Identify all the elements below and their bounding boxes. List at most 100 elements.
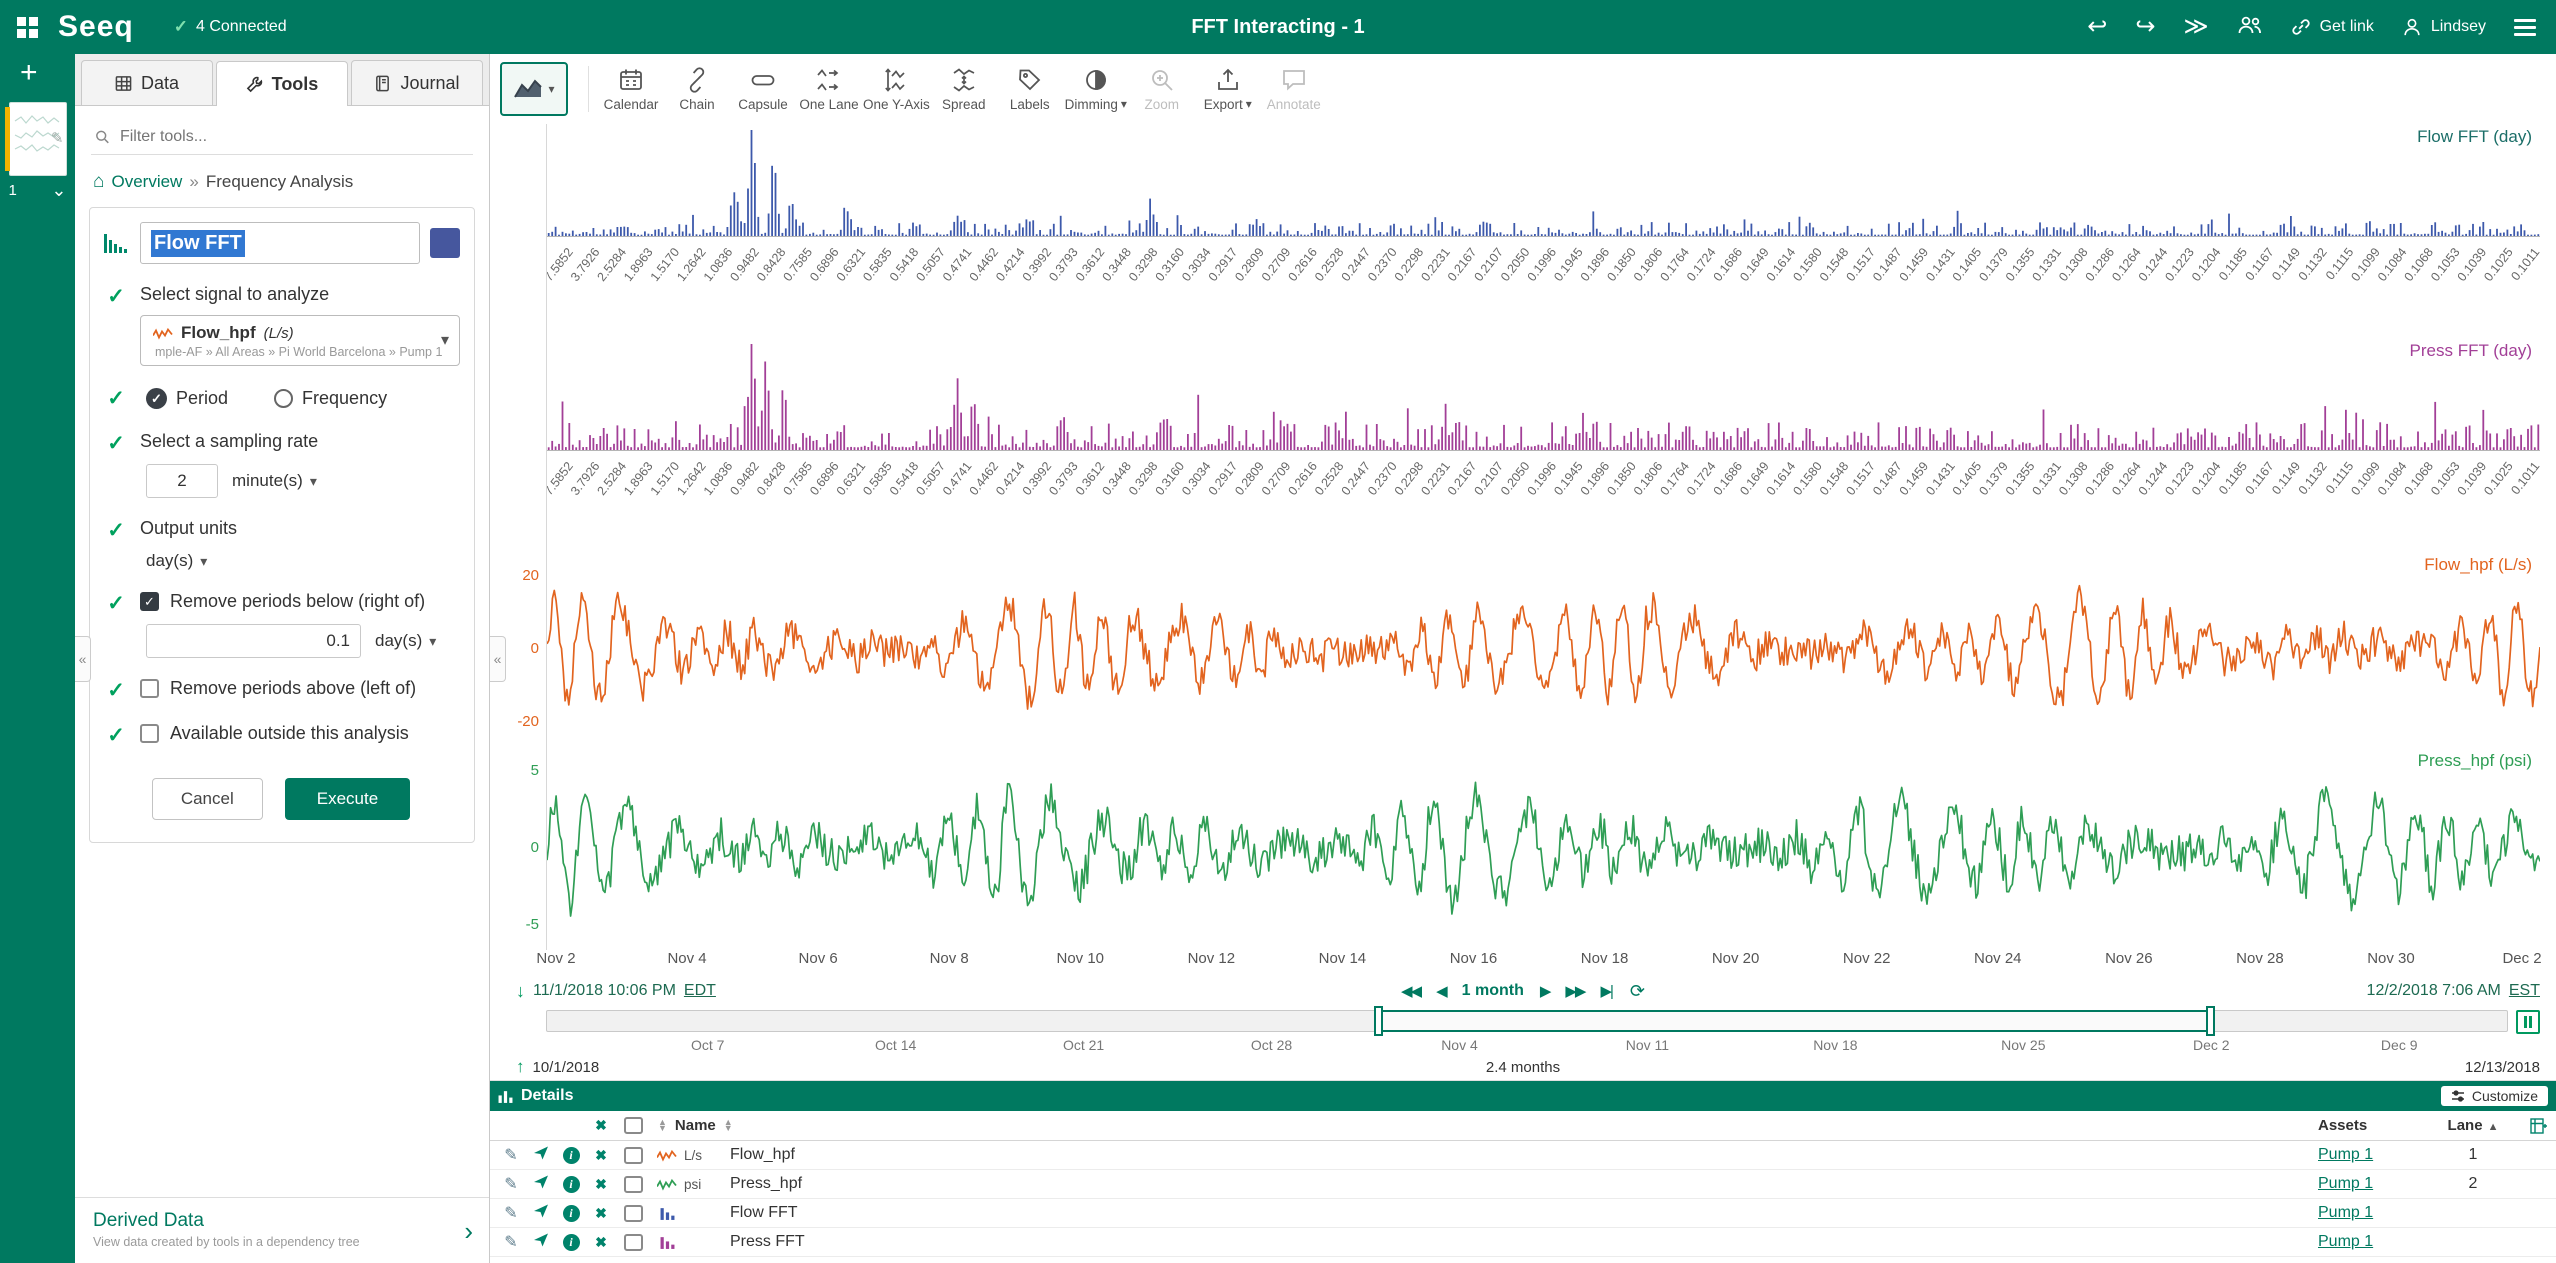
time-x-axis[interactable]: Nov 2Nov 4Nov 6Nov 8Nov 10Nov 12Nov 14No… [546,950,2540,974]
slider-left-handle[interactable] [1374,1006,1383,1036]
table-row[interactable]: ✎ i ✖ L/s Flow_hpf Pump 1 1 [490,1141,2556,1170]
sort-icon[interactable]: ▲▼ [724,1120,733,1131]
row-checkbox[interactable] [624,1205,643,1222]
available-outside-checkbox[interactable]: Available outside this analysis [140,723,460,744]
duration-label[interactable]: 1 month [1462,982,1524,1000]
table-row[interactable]: ✎ i ✖ Press FFT Pump 1 [490,1228,2556,1257]
edit-icon[interactable]: ✎ [496,1145,526,1165]
display-range-end[interactable]: 12/2/2018 7:06 AM EST [2367,982,2540,1000]
users-icon[interactable] [2237,15,2263,40]
tab-journal[interactable]: Journal [351,60,483,105]
remove-icon[interactable]: ✖ [586,1234,616,1251]
remove-all-icon[interactable]: ✖ [586,1117,616,1134]
filter-tools-search[interactable] [91,120,473,155]
lane-flow-hpf[interactable]: Flow_hpf (L/s) 200-20 [546,552,2540,748]
asset-link[interactable]: Pump 1 [2318,1204,2373,1221]
lane-press-hpf[interactable]: Press_hpf (psi) 50-5 [546,748,2540,950]
breadcrumb-overview-link[interactable]: Overview [111,172,182,192]
lane-press-fft[interactable]: 07.58523.79262.52841.89631.51701.26421.0… [546,338,2540,552]
previous-icon[interactable]: ◀ [1436,982,1446,1000]
tab-tools[interactable]: Tools [216,61,348,106]
remove-icon[interactable]: ✖ [586,1176,616,1193]
capsule-button[interactable]: Capsule [731,58,795,120]
display-mode-select[interactable]: ▾ [500,62,568,116]
chain-button[interactable]: Chain [665,58,729,120]
table-row[interactable]: ✎ i ✖ Flow FFT Pump 1 [490,1199,2556,1228]
remove-below-checkbox[interactable]: ✓ Remove periods below (right of) [140,591,460,612]
labels-button[interactable]: Labels [998,58,1062,120]
info-icon[interactable]: i [556,1233,586,1251]
hamburger-menu-icon[interactable] [2514,15,2536,40]
info-icon[interactable]: i [556,1204,586,1222]
add-column-icon[interactable] [2530,1118,2548,1134]
sampling-rate-input[interactable]: 2 [146,464,218,498]
remove-icon[interactable]: ✖ [586,1147,616,1164]
remove-icon[interactable]: ✖ [586,1205,616,1222]
radio-frequency[interactable]: Frequency [274,388,387,409]
radio-period[interactable]: ✓ Period [146,388,228,409]
redo-icon[interactable]: ↪ [2135,15,2155,39]
edit-icon[interactable]: ✎ [496,1203,526,1223]
undo-icon[interactable]: ↩ [2087,15,2107,39]
row-checkbox[interactable] [624,1176,643,1193]
filter-tools-input[interactable] [120,128,469,146]
new-worksheet-button[interactable]: + [20,58,38,88]
user-menu[interactable]: Lindsey [2402,17,2486,37]
step-forward-icon[interactable]: ▶▶ [1565,982,1584,1000]
connection-status[interactable]: ✓ 4 Connected [174,17,287,37]
info-icon[interactable]: i [556,1175,586,1193]
derived-data-section[interactable]: Derived Data View data created by tools … [75,1197,489,1263]
worksheet-thumbnail[interactable]: ✎ [9,102,67,176]
tab-data[interactable]: Data [81,60,213,105]
signal-select[interactable]: Flow_hpf (L/s) mple-AF » All Areas » Pi … [140,315,460,366]
slider-right-handle[interactable] [2206,1006,2215,1036]
asset-link[interactable]: Pump 1 [2318,1146,2373,1163]
edit-icon[interactable]: ✎ [496,1174,526,1194]
lane-flow-fft[interactable]: 07.58523.79262.52841.89631.51701.26421.0… [546,124,2540,338]
collapse-rail-handle[interactable]: « [75,636,91,682]
get-link-button[interactable]: Get link [2291,17,2374,37]
fast-forward-icon[interactable]: ≫ [2183,15,2208,39]
row-checkbox[interactable] [624,1147,643,1164]
worksheet-chevron-icon[interactable]: ⌄ [51,180,66,201]
one-lane-button[interactable]: One Lane [797,58,861,120]
send-icon[interactable] [526,1232,556,1253]
dimming-button[interactable]: Dimming▾ [1064,58,1128,120]
info-icon[interactable]: i [556,1146,586,1164]
slider-options-icon[interactable] [2516,1010,2540,1034]
export-button[interactable]: Export▾ [1196,58,1260,120]
slider-track[interactable]: Oct 7Oct 14Oct 21Oct 28Nov 4Nov 11Nov 18… [546,1010,2508,1032]
tool-name-input[interactable]: Flow FFT [140,222,420,264]
lane-column-header[interactable]: Lane▲ [2438,1117,2508,1134]
asset-link[interactable]: Pump 1 [2318,1233,2373,1250]
remove-below-input[interactable]: 0.1 [146,624,361,658]
jump-to-now-icon[interactable]: ▶| [1600,982,1613,1000]
apps-grid-icon[interactable] [0,0,54,54]
table-row[interactable]: ✎ i ✖ psi Press_hpf Pump 1 2 [490,1170,2556,1199]
send-icon[interactable] [526,1203,556,1224]
one-y-axis-button[interactable]: One Y-Axis [863,58,930,120]
edit-worksheet-icon[interactable]: ✎ [51,129,64,147]
select-all-checkbox[interactable] [624,1117,643,1134]
display-range-start[interactable]: ↓ 11/1/2018 10:06 PM EDT [516,981,716,1002]
spread-button[interactable]: Spread [932,58,996,120]
step-back-icon[interactable]: ◀◀ [1401,982,1420,1000]
start-timezone[interactable]: EDT [684,982,716,1000]
execute-button[interactable]: Execute [285,778,410,820]
send-icon[interactable] [526,1174,556,1195]
calendar-button[interactable]: Calendar [599,58,663,120]
customize-button[interactable]: Customize [2441,1086,2548,1106]
refresh-icon[interactable]: ⟳ [1630,981,1645,1002]
color-swatch-button[interactable] [430,228,460,258]
sampling-unit-select[interactable]: minute(s) ▾ [232,471,317,491]
edit-icon[interactable]: ✎ [496,1232,526,1252]
assets-column-header[interactable]: Assets [2318,1117,2438,1134]
home-icon[interactable]: ⌂ [93,171,104,193]
remove-above-checkbox[interactable]: Remove periods above (left of) [140,678,460,699]
cancel-button[interactable]: Cancel [152,778,263,820]
name-column-header[interactable]: Name [675,1117,716,1134]
output-unit-select[interactable]: day(s) ▾ [146,551,207,571]
row-checkbox[interactable] [624,1234,643,1251]
next-icon[interactable]: ▶ [1540,982,1550,1000]
collapse-panel-handle[interactable]: « [490,636,506,682]
